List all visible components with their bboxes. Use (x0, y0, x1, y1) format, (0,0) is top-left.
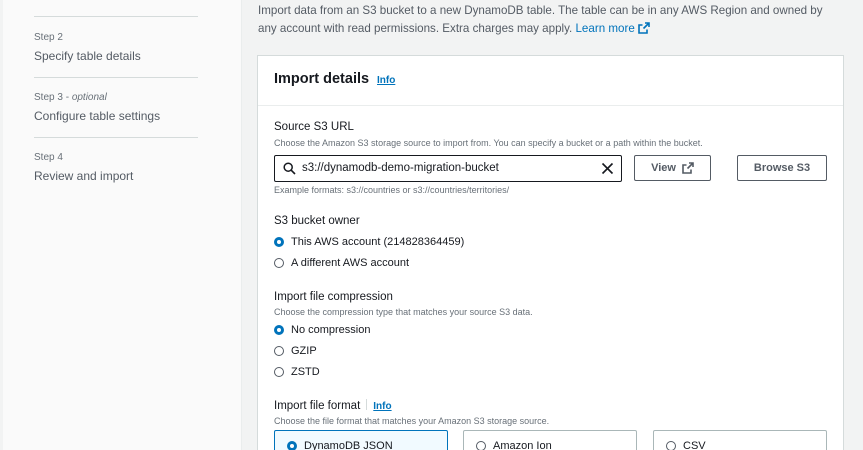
compression-description: Choose the compression type that matches… (274, 307, 533, 317)
search-icon (283, 162, 296, 175)
intro-text: Import data from an S3 bucket to a new D… (258, 4, 823, 35)
step-label: Review and import (34, 169, 134, 183)
source-url-input[interactable]: s3://dynamodb-demo-migration-bucket (274, 155, 622, 182)
compression-label: Import file compression (274, 291, 393, 303)
browse-s3-button[interactable]: Browse S3 (737, 155, 827, 181)
nav-divider (34, 137, 198, 138)
source-url-description: Choose the Amazon S3 storage source to i… (274, 138, 703, 148)
clear-icon[interactable] (601, 162, 614, 175)
nav-step-3[interactable]: Step 3 - optional Configure table settin… (34, 91, 160, 124)
format-tile-dynamodb-json[interactable]: DynamoDB JSON (274, 430, 448, 450)
owner-option-this-account[interactable]: This AWS account (214828364459) (274, 236, 464, 248)
compression-option-none[interactable]: No compression (274, 324, 370, 336)
external-link-icon (637, 22, 650, 34)
radio-selected (274, 325, 284, 335)
nav-divider (34, 77, 198, 78)
step-label: Configure table settings (34, 109, 161, 123)
radio (666, 441, 676, 450)
format-tile-amazon-ion[interactable]: Amazon Ion (463, 430, 637, 450)
source-url-hint: Example formats: s3://countries or s3://… (274, 185, 510, 195)
format-option-dynamodb-json[interactable]: DynamoDB JSON (287, 440, 393, 450)
radio-selected (287, 441, 297, 450)
source-url-label: Source S3 URL (274, 121, 354, 133)
format-tile-csv[interactable]: CSV (653, 430, 827, 450)
source-url-value: s3://dynamodb-demo-migration-bucket (302, 162, 499, 174)
external-link-icon (682, 162, 694, 174)
step-number: Step 3 - optional (34, 92, 107, 103)
learn-more-link[interactable]: Learn more (575, 22, 650, 35)
owner-option-different-account[interactable]: A different AWS account (274, 257, 409, 269)
radio (274, 367, 284, 377)
info-link[interactable]: Info (377, 75, 395, 86)
step-optional-tag: optional (71, 92, 107, 103)
format-option-csv[interactable]: CSV (666, 440, 706, 450)
compression-option-gzip[interactable]: GZIP (274, 345, 317, 357)
format-label: Import file format Info (274, 399, 392, 412)
radio (476, 441, 486, 450)
radio (274, 346, 284, 356)
wizard-nav: Step 2 Specify table details Step 3 - op… (3, 0, 242, 450)
step-label: Specify table details (34, 49, 141, 63)
bucket-owner-label: S3 bucket owner (274, 215, 360, 227)
divider (366, 399, 368, 410)
format-description: Choose the file format that matches your… (274, 416, 550, 426)
format-info-link[interactable]: Info (373, 401, 391, 412)
import-details-panel: Import details Info Source S3 URL Choose… (257, 55, 844, 450)
panel-title: Import details (274, 71, 370, 87)
radio (274, 258, 284, 268)
nav-step-2[interactable]: Step 2 Specify table details (34, 31, 141, 64)
view-button[interactable]: View (634, 155, 711, 181)
radio-selected (274, 237, 284, 247)
panel-header: Import details Info (258, 56, 843, 106)
step-number: Step 4 (34, 152, 63, 163)
nav-step-4[interactable]: Step 4 Review and import (34, 151, 133, 184)
compression-option-zstd[interactable]: ZSTD (274, 366, 320, 378)
step-number: Step 2 (34, 32, 63, 43)
format-option-amazon-ion[interactable]: Amazon Ion (476, 440, 552, 450)
nav-divider (34, 16, 198, 17)
